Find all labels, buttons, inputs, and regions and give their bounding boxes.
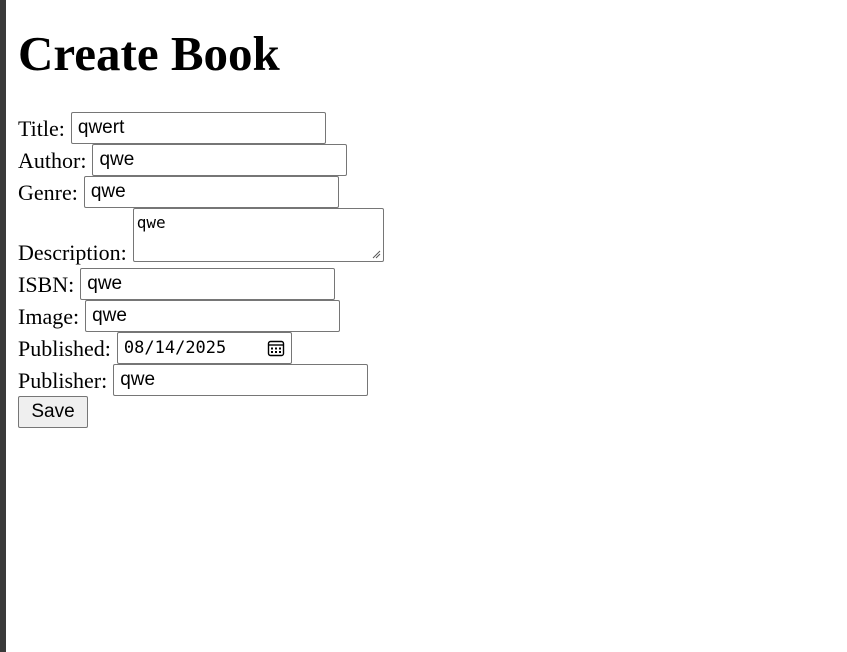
isbn-label: ISBN:	[18, 272, 75, 297]
description-value: qwe	[136, 213, 166, 232]
genre-label: Genre:	[18, 180, 78, 205]
author-label: Author:	[18, 148, 87, 173]
published-date-value: 08/14/2025	[123, 338, 227, 358]
publisher-label: Publisher:	[18, 368, 108, 393]
description-label: Description:	[18, 240, 127, 265]
isbn-input[interactable]: qwe	[80, 268, 336, 300]
page-title: Create Book	[18, 26, 280, 81]
description-textarea[interactable]: qwe	[132, 208, 384, 262]
genre-row: Genre: qwe	[18, 176, 818, 208]
author-input[interactable]: qwe	[92, 144, 348, 176]
published-label: Published:	[18, 336, 111, 361]
title-row: Title: qwert	[18, 112, 818, 144]
isbn-row: ISBN: qwe	[18, 268, 818, 300]
calendar-icon[interactable]	[267, 339, 285, 357]
publisher-input[interactable]: qwe	[113, 364, 369, 396]
image-label: Image:	[18, 304, 80, 329]
publisher-row: Publisher: qwe	[18, 364, 818, 396]
title-label: Title:	[18, 116, 65, 141]
save-row: Save	[18, 396, 818, 428]
image-row: Image: qwe	[18, 300, 818, 332]
save-button[interactable]: Save	[18, 396, 88, 428]
window-left-edge	[0, 0, 6, 652]
resize-grip-icon[interactable]	[371, 249, 381, 259]
title-input[interactable]: qwert	[70, 112, 326, 144]
published-row: Published: 08/14/2025	[18, 332, 818, 364]
description-row: Description: qwe	[18, 208, 818, 268]
image-input[interactable]: qwe	[85, 300, 341, 332]
published-date-input[interactable]: 08/14/2025	[116, 332, 292, 364]
author-row: Author: qwe	[18, 144, 818, 176]
create-book-form: Title: qwert Author: qwe Genre: qwe Desc…	[18, 112, 818, 428]
genre-input[interactable]: qwe	[83, 176, 339, 208]
